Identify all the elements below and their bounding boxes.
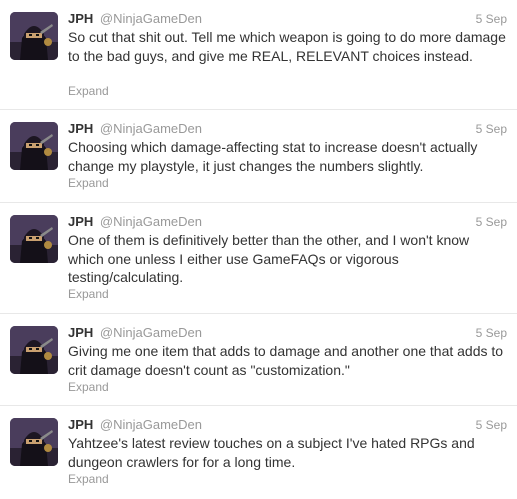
tweet-item[interactable]: JPH @NinjaGameDen 5 Sep Giving me one it…: [0, 314, 517, 406]
avatar[interactable]: [10, 215, 58, 263]
tweet-timestamp[interactable]: 5 Sep: [476, 120, 507, 138]
author-name[interactable]: JPH: [68, 121, 93, 136]
tweet-timeline: JPH @NinjaGameDen 5 Sep So cut that shit…: [0, 0, 517, 499]
tweet-timestamp[interactable]: 5 Sep: [476, 10, 507, 28]
tweet-header: JPH @NinjaGameDen 5 Sep: [68, 416, 507, 434]
author-name[interactable]: JPH: [68, 11, 93, 26]
tweet-text: Yahtzee's latest review touches on a sub…: [68, 435, 475, 470]
tweet-timestamp[interactable]: 5 Sep: [476, 416, 507, 434]
expand-link[interactable]: Expand: [68, 380, 109, 394]
tweet-item[interactable]: JPH @NinjaGameDen 5 Sep One of them is d…: [0, 203, 517, 314]
expand-link[interactable]: Expand: [68, 287, 109, 301]
tweet-timestamp[interactable]: 5 Sep: [476, 324, 507, 342]
author-handle[interactable]: @NinjaGameDen: [100, 214, 202, 229]
tweet-timestamp[interactable]: 5 Sep: [476, 213, 507, 231]
avatar[interactable]: [10, 418, 58, 466]
author-handle[interactable]: @NinjaGameDen: [100, 325, 202, 340]
tweet-text: Giving me one item that adds to damage a…: [68, 343, 504, 378]
ninja-avatar-icon: [10, 215, 58, 263]
tweet-header: JPH @NinjaGameDen 5 Sep: [68, 324, 507, 342]
ninja-avatar-icon: [10, 122, 58, 170]
author-handle[interactable]: @NinjaGameDen: [100, 417, 202, 432]
expand-link[interactable]: Expand: [68, 176, 109, 190]
tweet-header: JPH @NinjaGameDen 5 Sep: [68, 213, 507, 231]
avatar[interactable]: [10, 12, 58, 60]
author-handle[interactable]: @NinjaGameDen: [100, 11, 202, 26]
avatar[interactable]: [10, 326, 58, 374]
tweet-text: So cut that shit out. Tell me which weap…: [68, 29, 506, 64]
ninja-avatar-icon: [10, 326, 58, 374]
ninja-avatar-icon: [10, 418, 58, 466]
author-name[interactable]: JPH: [68, 214, 93, 229]
tweet-item[interactable]: JPH @NinjaGameDen 5 Sep Choosing which d…: [0, 110, 517, 203]
author-name[interactable]: JPH: [68, 325, 93, 340]
tweet-item[interactable]: JPH @NinjaGameDen 5 Sep So cut that shit…: [0, 0, 517, 110]
tweet-text: Choosing which damage-affecting stat to …: [68, 139, 478, 174]
expand-link[interactable]: Expand: [68, 472, 109, 486]
tweet-item[interactable]: JPH @NinjaGameDen 5 Sep Yahtzee's latest…: [0, 406, 517, 499]
expand-link[interactable]: Expand: [68, 84, 109, 98]
tweet-header: JPH @NinjaGameDen 5 Sep: [68, 120, 507, 138]
ninja-avatar-icon: [10, 12, 58, 60]
author-name[interactable]: JPH: [68, 417, 93, 432]
tweet-header: JPH @NinjaGameDen 5 Sep: [68, 10, 507, 28]
tweet-text: One of them is definitively better than …: [68, 232, 470, 285]
author-handle[interactable]: @NinjaGameDen: [100, 121, 202, 136]
avatar[interactable]: [10, 122, 58, 170]
